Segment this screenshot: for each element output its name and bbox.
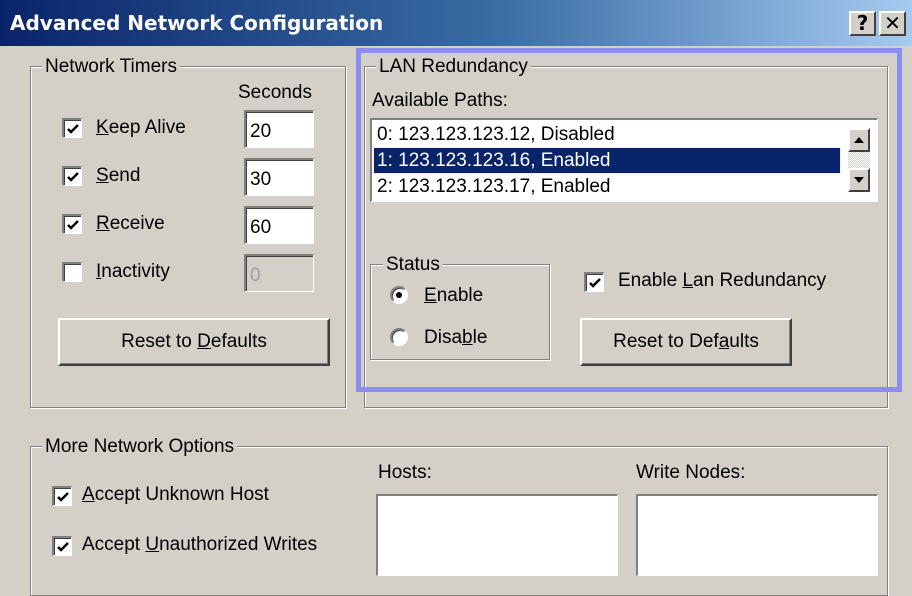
- checkmark-icon: [67, 220, 79, 230]
- send-seconds-input[interactable]: [244, 158, 314, 196]
- hosts-label: Hosts:: [378, 462, 432, 483]
- seconds-header: Seconds: [238, 82, 312, 103]
- send-checkbox[interactable]: [62, 166, 82, 186]
- focus-highlight-frame: [356, 48, 902, 392]
- keep-alive-seconds-input[interactable]: [244, 110, 314, 148]
- inactivity-checkbox[interactable]: [62, 262, 82, 282]
- hosts-listbox[interactable]: [376, 494, 618, 576]
- checkmark-icon: [67, 172, 79, 182]
- timers-reset-defaults-button[interactable]: Reset to Defaults: [58, 318, 330, 366]
- checkmark-icon: [57, 492, 69, 502]
- send-label: Send: [96, 165, 141, 186]
- network-timers-legend: Network Timers: [42, 56, 180, 78]
- inactivity-seconds-input[interactable]: [244, 254, 314, 292]
- accept-unauthorized-writes-label: Accept Unauthorized Writes: [82, 534, 318, 555]
- write-nodes-listbox[interactable]: [636, 494, 878, 576]
- receive-seconds-input[interactable]: [244, 206, 314, 244]
- inactivity-label: Inactivity: [96, 261, 170, 282]
- receive-checkbox[interactable]: [62, 214, 82, 234]
- checkmark-icon: [57, 542, 69, 552]
- help-button[interactable]: ?: [849, 11, 876, 36]
- accept-unauthorized-writes-checkbox[interactable]: [52, 536, 72, 556]
- keep-alive-checkbox[interactable]: [62, 118, 82, 138]
- accept-unknown-host-checkbox[interactable]: [52, 486, 72, 506]
- accept-unknown-host-label: Accept Unknown Host: [82, 484, 269, 505]
- more-network-options-legend: More Network Options: [42, 436, 238, 458]
- write-nodes-label: Write Nodes:: [636, 462, 746, 483]
- keep-alive-label: Keep Alive: [96, 117, 186, 138]
- window-title: Advanced Network Configuration: [10, 11, 384, 35]
- checkmark-icon: [67, 124, 79, 134]
- close-icon[interactable]: ✕: [879, 11, 906, 36]
- title-bar[interactable]: Advanced Network Configuration ? ✕: [0, 0, 912, 46]
- receive-label: Receive: [96, 213, 165, 234]
